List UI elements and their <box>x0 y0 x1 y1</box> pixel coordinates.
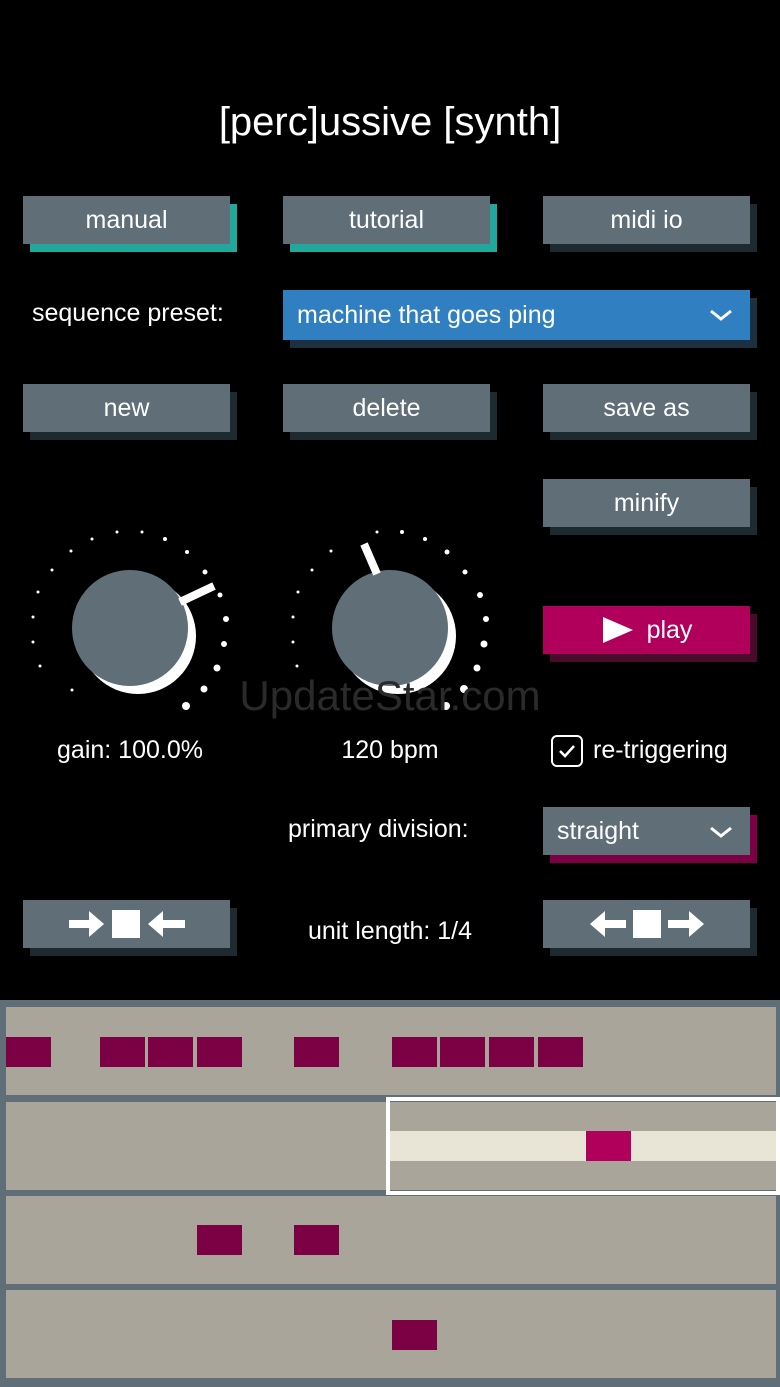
play-button[interactable]: play <box>543 606 750 654</box>
step-cell[interactable] <box>489 1037 534 1067</box>
step-cell[interactable] <box>440 1037 485 1067</box>
arrows-inward-icon <box>68 910 185 938</box>
step-cell[interactable] <box>392 1037 437 1067</box>
app-title: [perc]ussive [synth] <box>218 100 562 144</box>
step-cell[interactable] <box>197 1225 242 1255</box>
sequence-preset-label: sequence preset: <box>32 299 224 327</box>
selected-row-highlight <box>390 1131 776 1161</box>
shrink-unit-button[interactable] <box>23 900 230 948</box>
midi-io-button[interactable]: midi io <box>543 196 750 244</box>
step-cell[interactable] <box>100 1037 145 1067</box>
new-button[interactable]: new <box>23 384 230 432</box>
step-cell[interactable] <box>392 1320 437 1350</box>
grow-unit-button[interactable] <box>543 900 750 948</box>
arrows-outward-icon <box>589 910 704 938</box>
step-cell[interactable] <box>6 1037 51 1067</box>
primary-division-dropdown[interactable]: straight <box>543 807 750 855</box>
step-cell[interactable] <box>538 1037 583 1067</box>
minify-button[interactable]: minify <box>543 479 750 527</box>
sequencer-row-1[interactable] <box>6 1007 776 1095</box>
step-cell[interactable] <box>294 1037 339 1067</box>
play-button-label: play <box>646 615 693 644</box>
manual-button[interactable]: manual <box>23 196 230 244</box>
sequence-preset-dropdown[interactable]: machine that goes ping <box>283 290 750 340</box>
sequencer-row-4[interactable] <box>6 1290 776 1378</box>
gain-label: gain: 100.0% <box>57 736 203 764</box>
primary-division-label: primary division: <box>288 815 469 843</box>
play-icon <box>602 617 633 643</box>
tutorial-button[interactable]: tutorial <box>283 196 490 244</box>
delete-button[interactable]: delete <box>283 384 490 432</box>
retriggering-checkbox[interactable] <box>551 735 583 767</box>
check-icon <box>559 745 575 758</box>
retriggering-label: re-triggering <box>593 736 728 764</box>
chevron-down-icon <box>710 309 732 321</box>
primary-division-value: straight <box>557 816 639 845</box>
save-as-button[interactable]: save as <box>543 384 750 432</box>
step-cell[interactable] <box>148 1037 193 1067</box>
watermark: UpdateStar.com <box>239 672 541 719</box>
step-cell-selected[interactable] <box>586 1131 631 1161</box>
chevron-down-icon <box>710 826 732 838</box>
step-cell[interactable] <box>294 1225 339 1255</box>
bpm-label: 120 bpm <box>341 736 439 764</box>
sequence-preset-value: machine that goes ping <box>297 300 556 329</box>
unit-length-label: unit length: 1/4 <box>307 917 472 945</box>
sequencer-grid <box>0 1000 780 1387</box>
sequencer-row-2[interactable] <box>6 1097 780 1195</box>
step-cell[interactable] <box>197 1037 242 1067</box>
sequencer-row-3[interactable] <box>6 1196 776 1284</box>
